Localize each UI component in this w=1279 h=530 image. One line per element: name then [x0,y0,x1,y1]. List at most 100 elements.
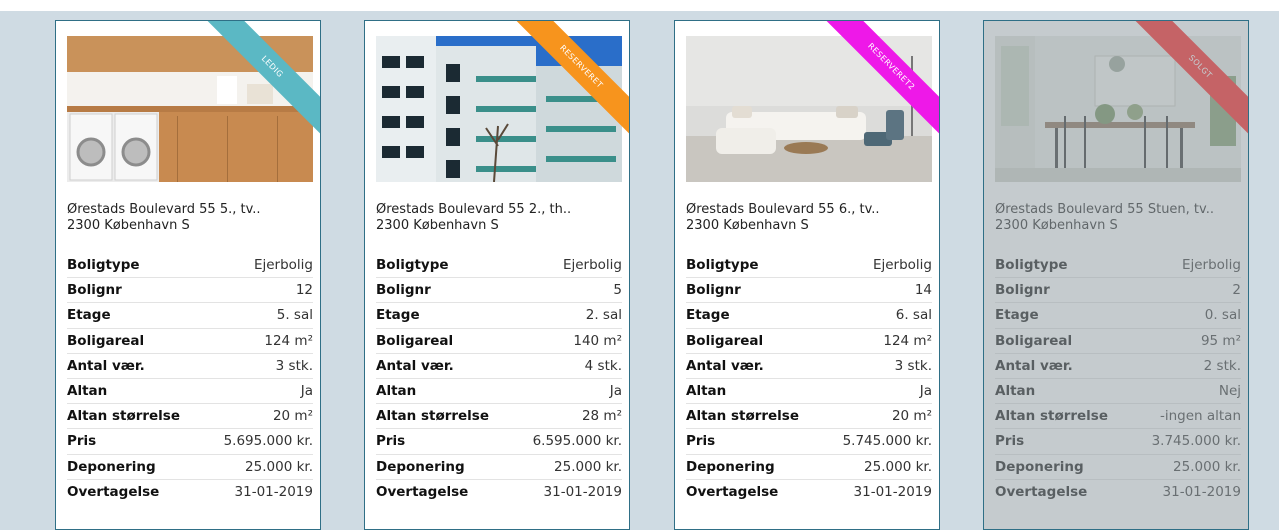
spec-row-rooms: Antal vær. 3 stk. [67,353,313,379]
spec-row-takeover: Overtagelse 31-01-2019 [67,479,313,504]
spec-row-balcony: Altan Ja [686,378,932,405]
status-ribbon: RESERVERET2 [820,21,939,140]
spec-value: 25.000 kr. [823,454,932,480]
spec-label: Boligareal [376,328,514,354]
spec-row-balcony: Altan Nej [995,378,1241,405]
spec-label: Pris [686,428,824,455]
spec-label: Pris [376,428,514,455]
spec-value: 124 m² [204,328,313,354]
spec-value: 14 [823,277,932,304]
spec-label: Altan størrelse [67,403,205,430]
spec-value: 31-01-2019 [853,483,932,500]
spec-row-deposit: Deponering 25.000 kr. [67,454,313,480]
spec-value: Ejerbolig [513,253,622,279]
listing-card[interactable]: RESERVERET Ørestads Boulevard 55 2., th.… [364,20,630,530]
specs-table: Boligtype Ejerbolig Bolignr 14 Etage 6. sal… [686,253,932,504]
spec-row-area: Boligareal 124 m² [67,328,313,354]
spec-label: Deponering [376,454,514,480]
spec-row-price: Pris 3.745.000 kr. [995,428,1241,455]
spec-value: 5. sal [204,302,313,329]
spec-value: 31-01-2019 [234,483,313,500]
spec-value: 6. sal [823,302,932,329]
spec-label: Antal vær. [686,353,824,379]
status-ribbon: SOLGT [1129,21,1248,140]
spec-value: Ja [823,378,932,405]
spec-row-type: Boligtype Ejerbolig [686,253,932,279]
spec-label: Overtagelse [995,483,1088,500]
spec-row-takeover: Overtagelse 31-01-2019 [995,479,1241,504]
spec-label: Pris [995,428,1133,455]
spec-label: Boligareal [67,328,205,354]
spec-value: Ejerbolig [823,253,932,279]
status-badge: RESERVERET [511,21,629,137]
spec-label: Boligtype [67,253,205,279]
status-badge: LEDIG [202,21,320,137]
status-badge: RESERVERET2 [821,21,939,137]
spec-label: Deponering [67,454,205,480]
spec-label: Deponering [995,454,1133,480]
spec-row-floor: Etage 6. sal [686,302,932,329]
listing-card-sold[interactable]: SOLGT Ørestads Boulevard 55 Stuen, tv.. … [983,20,1249,530]
address: Ørestads Boulevard 55 5., tv.. 2300 Købe… [67,202,313,234]
address: Ørestads Boulevard 55 2., th.. 2300 Købe… [376,202,622,234]
spec-row-deposit: Deponering 25.000 kr. [376,454,622,480]
spec-row-balcony: Altan Ja [376,378,622,405]
spec-value: 12 [204,277,313,304]
spec-row-balcony-size: Altan størrelse 20 m² [67,403,313,430]
specs-table: Boligtype Ejerbolig Bolignr 2 Etage 0. sal … [995,253,1241,504]
spec-row-type: Boligtype Ejerbolig [376,253,622,279]
address-street: Ørestads Boulevard 55 6., tv.. [686,202,880,217]
spec-label: Pris [67,428,205,455]
spec-value: 2. sal [513,302,622,329]
spec-row-deposit: Deponering 25.000 kr. [995,454,1241,480]
spec-row-deposit: Deponering 25.000 kr. [686,454,932,480]
spec-row-floor: Etage 5. sal [67,302,313,329]
spec-label: Altan [67,378,205,405]
spec-value: 5.695.000 kr. [204,428,313,455]
spec-row-price: Pris 6.595.000 kr. [376,428,622,455]
spec-row-rooms: Antal vær. 4 stk. [376,353,622,379]
spec-label: Altan størrelse [686,403,824,430]
spec-label: Altan [376,378,514,405]
spec-value: 140 m² [513,328,622,354]
spec-value: 3.745.000 kr. [1132,428,1241,455]
spec-row-nr: Bolignr 2 [995,277,1241,304]
spec-value: 0. sal [1132,302,1241,329]
spec-row-type: Boligtype Ejerbolig [67,253,313,279]
spec-row-nr: Bolignr 14 [686,277,932,304]
specs-table: Boligtype Ejerbolig Bolignr 5 Etage 2. sal … [376,253,622,504]
listing-card[interactable]: RESERVERET2 Ørestads Boulevard 55 6., tv… [674,20,940,530]
spec-label: Altan størrelse [995,403,1133,430]
spec-value: Nej [1132,378,1241,405]
spec-row-takeover: Overtagelse 31-01-2019 [376,479,622,504]
address-city: 2300 København S [995,218,1118,233]
spec-value: 20 m² [823,403,932,430]
spec-value: 5 [513,277,622,304]
spec-label: Altan [995,378,1133,405]
spec-label: Etage [995,302,1133,329]
spec-row-rooms: Antal vær. 2 stk. [995,353,1241,379]
spec-value: Ejerbolig [1132,253,1241,279]
spec-label: Antal vær. [376,353,514,379]
listing-card[interactable]: LEDIG Ørestads Boulevard 55 5., tv.. 230… [55,20,321,530]
spec-row-takeover: Overtagelse 31-01-2019 [686,479,932,504]
spec-row-balcony-size: Altan størrelse -ingen altan [995,403,1241,430]
address-city: 2300 København S [67,218,190,233]
spec-value: 3 stk. [204,353,313,379]
spec-value: 2 stk. [1132,353,1241,379]
spec-row-type: Boligtype Ejerbolig [995,253,1241,279]
spec-label: Overtagelse [67,483,160,500]
spec-value: 31-01-2019 [1162,483,1241,500]
status-ribbon: LEDIG [201,21,320,140]
spec-label: Bolignr [67,277,205,304]
spec-label: Boligtype [995,253,1133,279]
address: Ørestads Boulevard 55 Stuen, tv.. 2300 K… [995,202,1241,234]
spec-label: Antal vær. [995,353,1133,379]
spec-row-rooms: Antal vær. 3 stk. [686,353,932,379]
spec-label: Bolignr [686,277,824,304]
spec-label: Boligareal [995,328,1133,354]
listing-grid: LEDIG Ørestads Boulevard 55 5., tv.. 230… [0,0,1279,530]
address-street: Ørestads Boulevard 55 5., tv.. [67,202,261,217]
spec-label: Overtagelse [376,483,469,500]
spec-label: Bolignr [995,277,1133,304]
